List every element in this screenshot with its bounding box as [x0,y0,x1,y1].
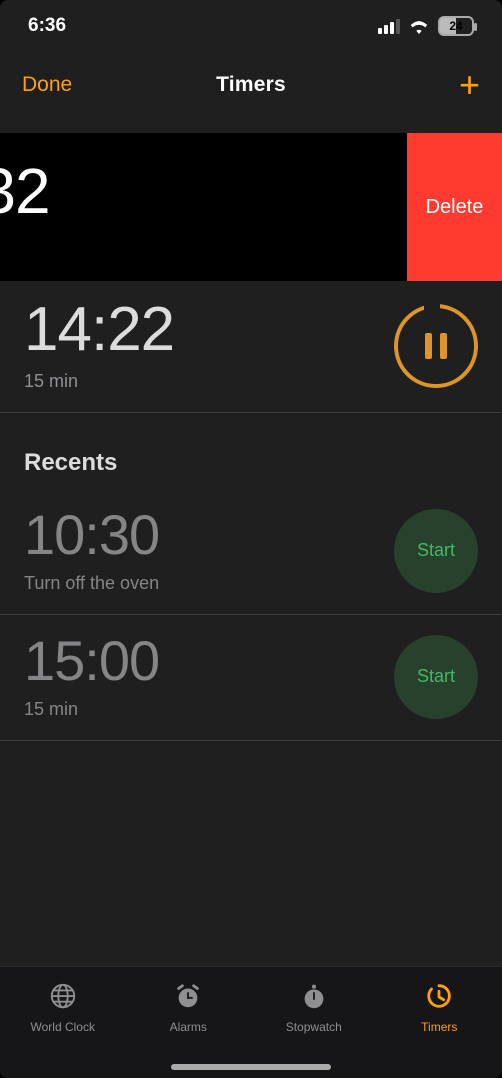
tab-timers[interactable]: Timers [377,981,502,1034]
active-timer-time: 9:32 [0,159,383,223]
tab-world-clock[interactable]: World Clock [0,981,126,1034]
recent-timer-time: 10:30 [24,507,159,563]
tab-label: Timers [421,1020,457,1034]
status-bar: 6:36 24 [0,0,502,52]
recent-timer-time: 15:00 [24,633,159,689]
tab-label: Alarms [170,1020,207,1034]
recent-timer-label: 15 min [24,699,159,720]
start-button[interactable]: Start [394,635,478,719]
clock-app-screen: 6:36 24 Done Timers + 9:32 [0,0,502,1078]
active-timer-label: the oven [0,233,383,254]
wifi-icon [408,18,430,34]
active-timer-label: 15 min [24,371,174,392]
status-time: 6:36 [28,15,66,37]
recent-timer-row[interactable]: 10:30 Turn off the oven Start [0,489,502,615]
page-title: Timers [216,73,286,97]
recent-timer-row[interactable]: 15:00 15 min Start [0,615,502,741]
tab-alarms[interactable]: Alarms [126,981,252,1034]
active-timer-row-swiped[interactable]: 9:32 the oven Delete [0,133,502,281]
pause-icon [425,333,447,359]
stopwatch-icon [299,981,329,1014]
recents-header: Recents [0,413,502,489]
active-timer-time: 14:22 [24,299,174,361]
timers-list: 14:22 15 min Recents 10:30 Turn off the … [0,281,502,966]
globe-icon [48,981,78,1014]
timer-icon [424,981,454,1014]
tab-bar: World Clock Alarms Stopwatc [0,966,502,1078]
home-indicator[interactable] [171,1064,331,1070]
alarm-clock-icon [173,981,203,1014]
recent-timer-label: Turn off the oven [24,573,159,594]
add-timer-button[interactable]: + [459,67,480,103]
tab-label: World Clock [31,1020,95,1034]
battery-icon: 24 [438,16,474,36]
done-button[interactable]: Done [22,73,72,97]
nav-bar: Done Timers + [0,52,502,118]
tab-label: Stopwatch [286,1020,342,1034]
delete-button[interactable]: Delete [407,133,502,281]
cellular-signal-icon [378,19,400,34]
pause-button[interactable] [394,304,478,388]
tab-stopwatch[interactable]: Stopwatch [251,981,377,1034]
start-button[interactable]: Start [394,509,478,593]
status-right: 24 [378,16,474,36]
active-timer-row[interactable]: 14:22 15 min [0,281,502,413]
active-timer-content: 9:32 the oven [0,141,407,274]
battery-percent: 24 [449,19,462,33]
